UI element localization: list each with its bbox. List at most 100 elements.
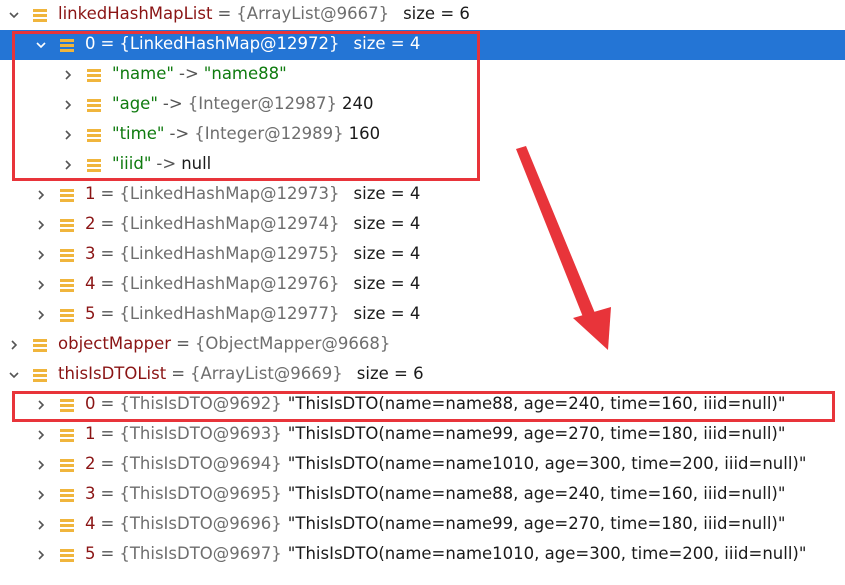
equals-sign: = xyxy=(176,334,190,353)
chevron-right-icon[interactable] xyxy=(31,425,51,445)
size-label: size = 4 xyxy=(353,304,421,323)
tree-row[interactable]: 4 = {LinkedHashMap@12976} size = 4 xyxy=(0,270,845,300)
equals-sign: = xyxy=(100,484,115,503)
value-type: {Integer@12989} xyxy=(194,124,344,143)
chevron-down-icon[interactable] xyxy=(4,5,24,25)
map-key: "time" xyxy=(112,124,165,143)
variable-name: 4 xyxy=(85,274,96,293)
value-type: {ThisIsDTO@9693} xyxy=(119,424,282,443)
tree-row[interactable]: objectMapper = {ObjectMapper@9668} xyxy=(0,330,845,360)
chevron-down-icon[interactable] xyxy=(31,35,51,55)
variable-name: 3 xyxy=(85,244,96,263)
chevron-right-icon[interactable] xyxy=(31,545,51,565)
chevron-right-icon[interactable] xyxy=(58,125,78,145)
tree-row[interactable]: "iiid" -> null xyxy=(0,150,845,180)
row-label: 0 = {ThisIsDTO@9692} "ThisIsDTO(name=name88… xyxy=(85,394,785,413)
chevron-right-icon[interactable] xyxy=(31,485,51,505)
chevron-right-icon[interactable] xyxy=(31,185,51,205)
value-type: {ThisIsDTO@9697} xyxy=(119,544,282,563)
tree-row[interactable]: 2 = {LinkedHashMap@12974} size = 4 xyxy=(0,210,845,240)
tree-row[interactable]: linkedHashMapList = {ArrayList@9667} size =… xyxy=(0,0,845,30)
chevron-right-icon[interactable] xyxy=(31,395,51,415)
tree-row[interactable]: 5 = {LinkedHashMap@12977} size = 4 xyxy=(0,300,845,330)
chevron-right-icon[interactable] xyxy=(31,515,51,535)
row-label: 4 = {LinkedHashMap@12976} size = 4 xyxy=(85,274,420,293)
equals-sign: = xyxy=(217,4,232,23)
row-label: "name" -> "name88" xyxy=(112,64,287,83)
equals-sign: = xyxy=(100,514,115,533)
tree-row[interactable]: 1 = {ThisIsDTO@9693} "ThisIsDTO(name=name99… xyxy=(0,420,845,450)
chevron-right-icon[interactable] xyxy=(31,215,51,235)
chevron-right-icon[interactable] xyxy=(58,155,78,175)
row-label: 3 = {ThisIsDTO@9695} "ThisIsDTO(name=name88… xyxy=(85,484,785,503)
field-icon xyxy=(86,157,102,173)
value-type: {LinkedHashMap@12976} xyxy=(119,274,340,293)
field-icon xyxy=(59,487,75,503)
row-label: "time" -> {Integer@12989} 160 xyxy=(112,124,380,143)
map-value: "name88" xyxy=(203,64,287,83)
row-label: 2 = {LinkedHashMap@12974} size = 4 xyxy=(85,214,420,233)
tree-row[interactable]: "age" -> {Integer@12987} 240 xyxy=(0,90,845,120)
tree-row[interactable]: 3 = {ThisIsDTO@9695} "ThisIsDTO(name=name88… xyxy=(0,480,845,510)
size-label: size = 4 xyxy=(353,274,421,293)
value-type: {ArrayList@9669} xyxy=(190,364,343,383)
variable-name: 2 xyxy=(85,454,96,473)
tree-row[interactable]: "time" -> {Integer@12989} 160 xyxy=(0,120,845,150)
variable-name: 0 xyxy=(85,34,96,53)
variable-name: thisIsDTOList xyxy=(58,364,167,383)
variable-name: 3 xyxy=(85,484,96,503)
equals-sign: = xyxy=(100,184,115,203)
tree-row[interactable]: 3 = {LinkedHashMap@12975} size = 4 xyxy=(0,240,845,270)
tree-row[interactable]: 1 = {LinkedHashMap@12973} size = 4 xyxy=(0,180,845,210)
chevron-down-icon[interactable] xyxy=(4,365,24,385)
size-label: size = 4 xyxy=(353,34,421,53)
tree-row[interactable]: 2 = {ThisIsDTO@9694} "ThisIsDTO(name=name10… xyxy=(0,450,845,480)
equals-sign: = xyxy=(100,34,115,53)
row-label: 3 = {LinkedHashMap@12975} size = 4 xyxy=(85,244,420,263)
value-type: {ArrayList@9667} xyxy=(236,4,390,23)
tostring-value: "ThisIsDTO(name=name99, age=270, time=18… xyxy=(287,514,786,533)
chevron-right-icon[interactable] xyxy=(58,65,78,85)
field-icon xyxy=(86,127,102,143)
variable-name: objectMapper xyxy=(58,334,172,353)
equals-sign: = xyxy=(100,454,115,473)
field-icon xyxy=(32,367,48,383)
row-label: 5 = {ThisIsDTO@9697} "ThisIsDTO(name=name10… xyxy=(85,544,806,563)
tree-row[interactable]: "name" -> "name88" xyxy=(0,60,845,90)
tree-row[interactable]: 4 = {ThisIsDTO@9696} "ThisIsDTO(name=name99… xyxy=(0,510,845,540)
chevron-right-icon[interactable] xyxy=(31,245,51,265)
row-label: linkedHashMapList = {ArrayList@9667} size =… xyxy=(58,4,470,23)
tostring-value: "ThisIsDTO(name=name88, age=240, time=16… xyxy=(287,484,786,503)
tree-row[interactable]: thisIsDTOList = {ArrayList@9669} size = 6 xyxy=(0,360,845,390)
row-label: "iiid" -> null xyxy=(112,154,211,173)
field-icon xyxy=(59,217,75,233)
field-icon xyxy=(59,37,75,53)
field-icon xyxy=(86,67,102,83)
tree-row[interactable]: 0 = {ThisIsDTO@9692} "ThisIsDTO(name=name88… xyxy=(0,390,845,420)
chevron-right-icon[interactable] xyxy=(4,335,24,355)
row-label: 1 = {ThisIsDTO@9693} "ThisIsDTO(name=name99… xyxy=(85,424,785,443)
chevron-right-icon[interactable] xyxy=(31,305,51,325)
row-label: 2 = {ThisIsDTO@9694} "ThisIsDTO(name=name10… xyxy=(85,454,806,473)
map-key: "age" xyxy=(112,94,158,113)
row-label: 0 = {LinkedHashMap@12972} size = 4 xyxy=(85,34,420,53)
tostring-value: "ThisIsDTO(name=name1010, age=300, time=… xyxy=(287,454,807,473)
value-type: {ThisIsDTO@9692} xyxy=(119,394,282,413)
variable-name: 0 xyxy=(85,394,96,413)
tree-row[interactable]: 5 = {ThisIsDTO@9697} "ThisIsDTO(name=name10… xyxy=(0,540,845,570)
size-label: size = 4 xyxy=(353,244,421,263)
field-icon xyxy=(59,277,75,293)
chevron-right-icon[interactable] xyxy=(58,95,78,115)
tree-row[interactable]: 0 = {LinkedHashMap@12972} size = 4 xyxy=(0,30,845,60)
map-arrow: -> xyxy=(169,124,190,143)
chevron-right-icon[interactable] xyxy=(31,275,51,295)
field-icon xyxy=(59,427,75,443)
variable-name: 1 xyxy=(85,184,96,203)
field-icon xyxy=(59,547,75,563)
equals-sign: = xyxy=(100,424,115,443)
field-icon xyxy=(59,397,75,413)
chevron-right-icon[interactable] xyxy=(31,455,51,475)
equals-sign: = xyxy=(100,394,115,413)
size-label: size = 6 xyxy=(356,364,424,383)
variable-name: linkedHashMapList xyxy=(58,4,213,23)
